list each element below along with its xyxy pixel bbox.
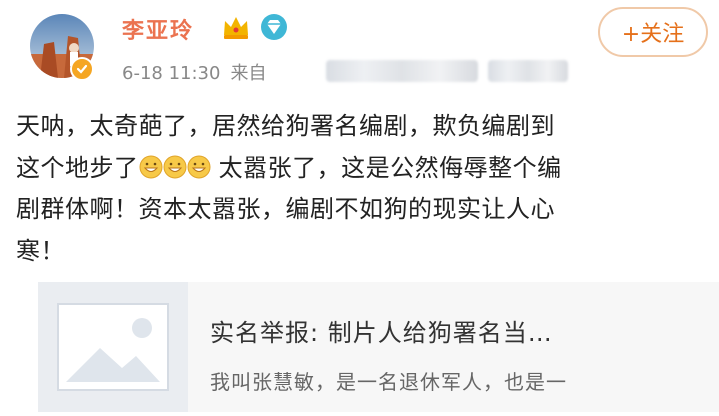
post-text: 天呐，太奇葩了，居然给狗署名编剧，欺负编剧到 这个地步了 太嚣张了，这是公然侮辱… (16, 106, 706, 272)
card-title[interactable]: 实名举报: 制片人给狗署名当… (210, 313, 553, 348)
timestamp: 6-18 11:30 (122, 63, 221, 84)
redacted-source-2 (488, 60, 568, 82)
post-line-1: 天呐，太奇葩了，居然给狗署名编剧，欺负编剧到 (16, 112, 555, 140)
grin-emoji-icon (187, 155, 210, 178)
post-line-2: 这个地步了 太嚣张了，这是公然侮辱整个编 (16, 148, 706, 190)
post-line-2b: 太嚣张了，这是公然侮辱整个编 (210, 153, 562, 182)
verified-badge-icon (70, 57, 94, 81)
username[interactable]: 李亚玲 (122, 13, 194, 45)
follow-label: +关注 (621, 22, 685, 47)
card-description: 我叫张慧敏，是一名退休军人，也是一 (210, 370, 567, 394)
grin-emoji-icon (139, 155, 162, 178)
post-line-2a: 这个地步了 (16, 153, 139, 182)
article-thumbnail-icon (38, 282, 188, 412)
crown-icon (224, 17, 248, 39)
vip-diamond-icon (261, 14, 287, 40)
follow-button[interactable]: +关注 (598, 7, 708, 57)
source-label: 来自 (230, 63, 267, 84)
post-line-4: 寒！ (16, 236, 65, 265)
grin-emoji-icon (163, 155, 186, 178)
redacted-source (326, 60, 478, 82)
post-line-3: 剧群体啊！资本太嚣张，编剧不如狗的现实让人心 (16, 195, 555, 223)
post-meta: 6-18 11:30 来自 (122, 59, 266, 85)
